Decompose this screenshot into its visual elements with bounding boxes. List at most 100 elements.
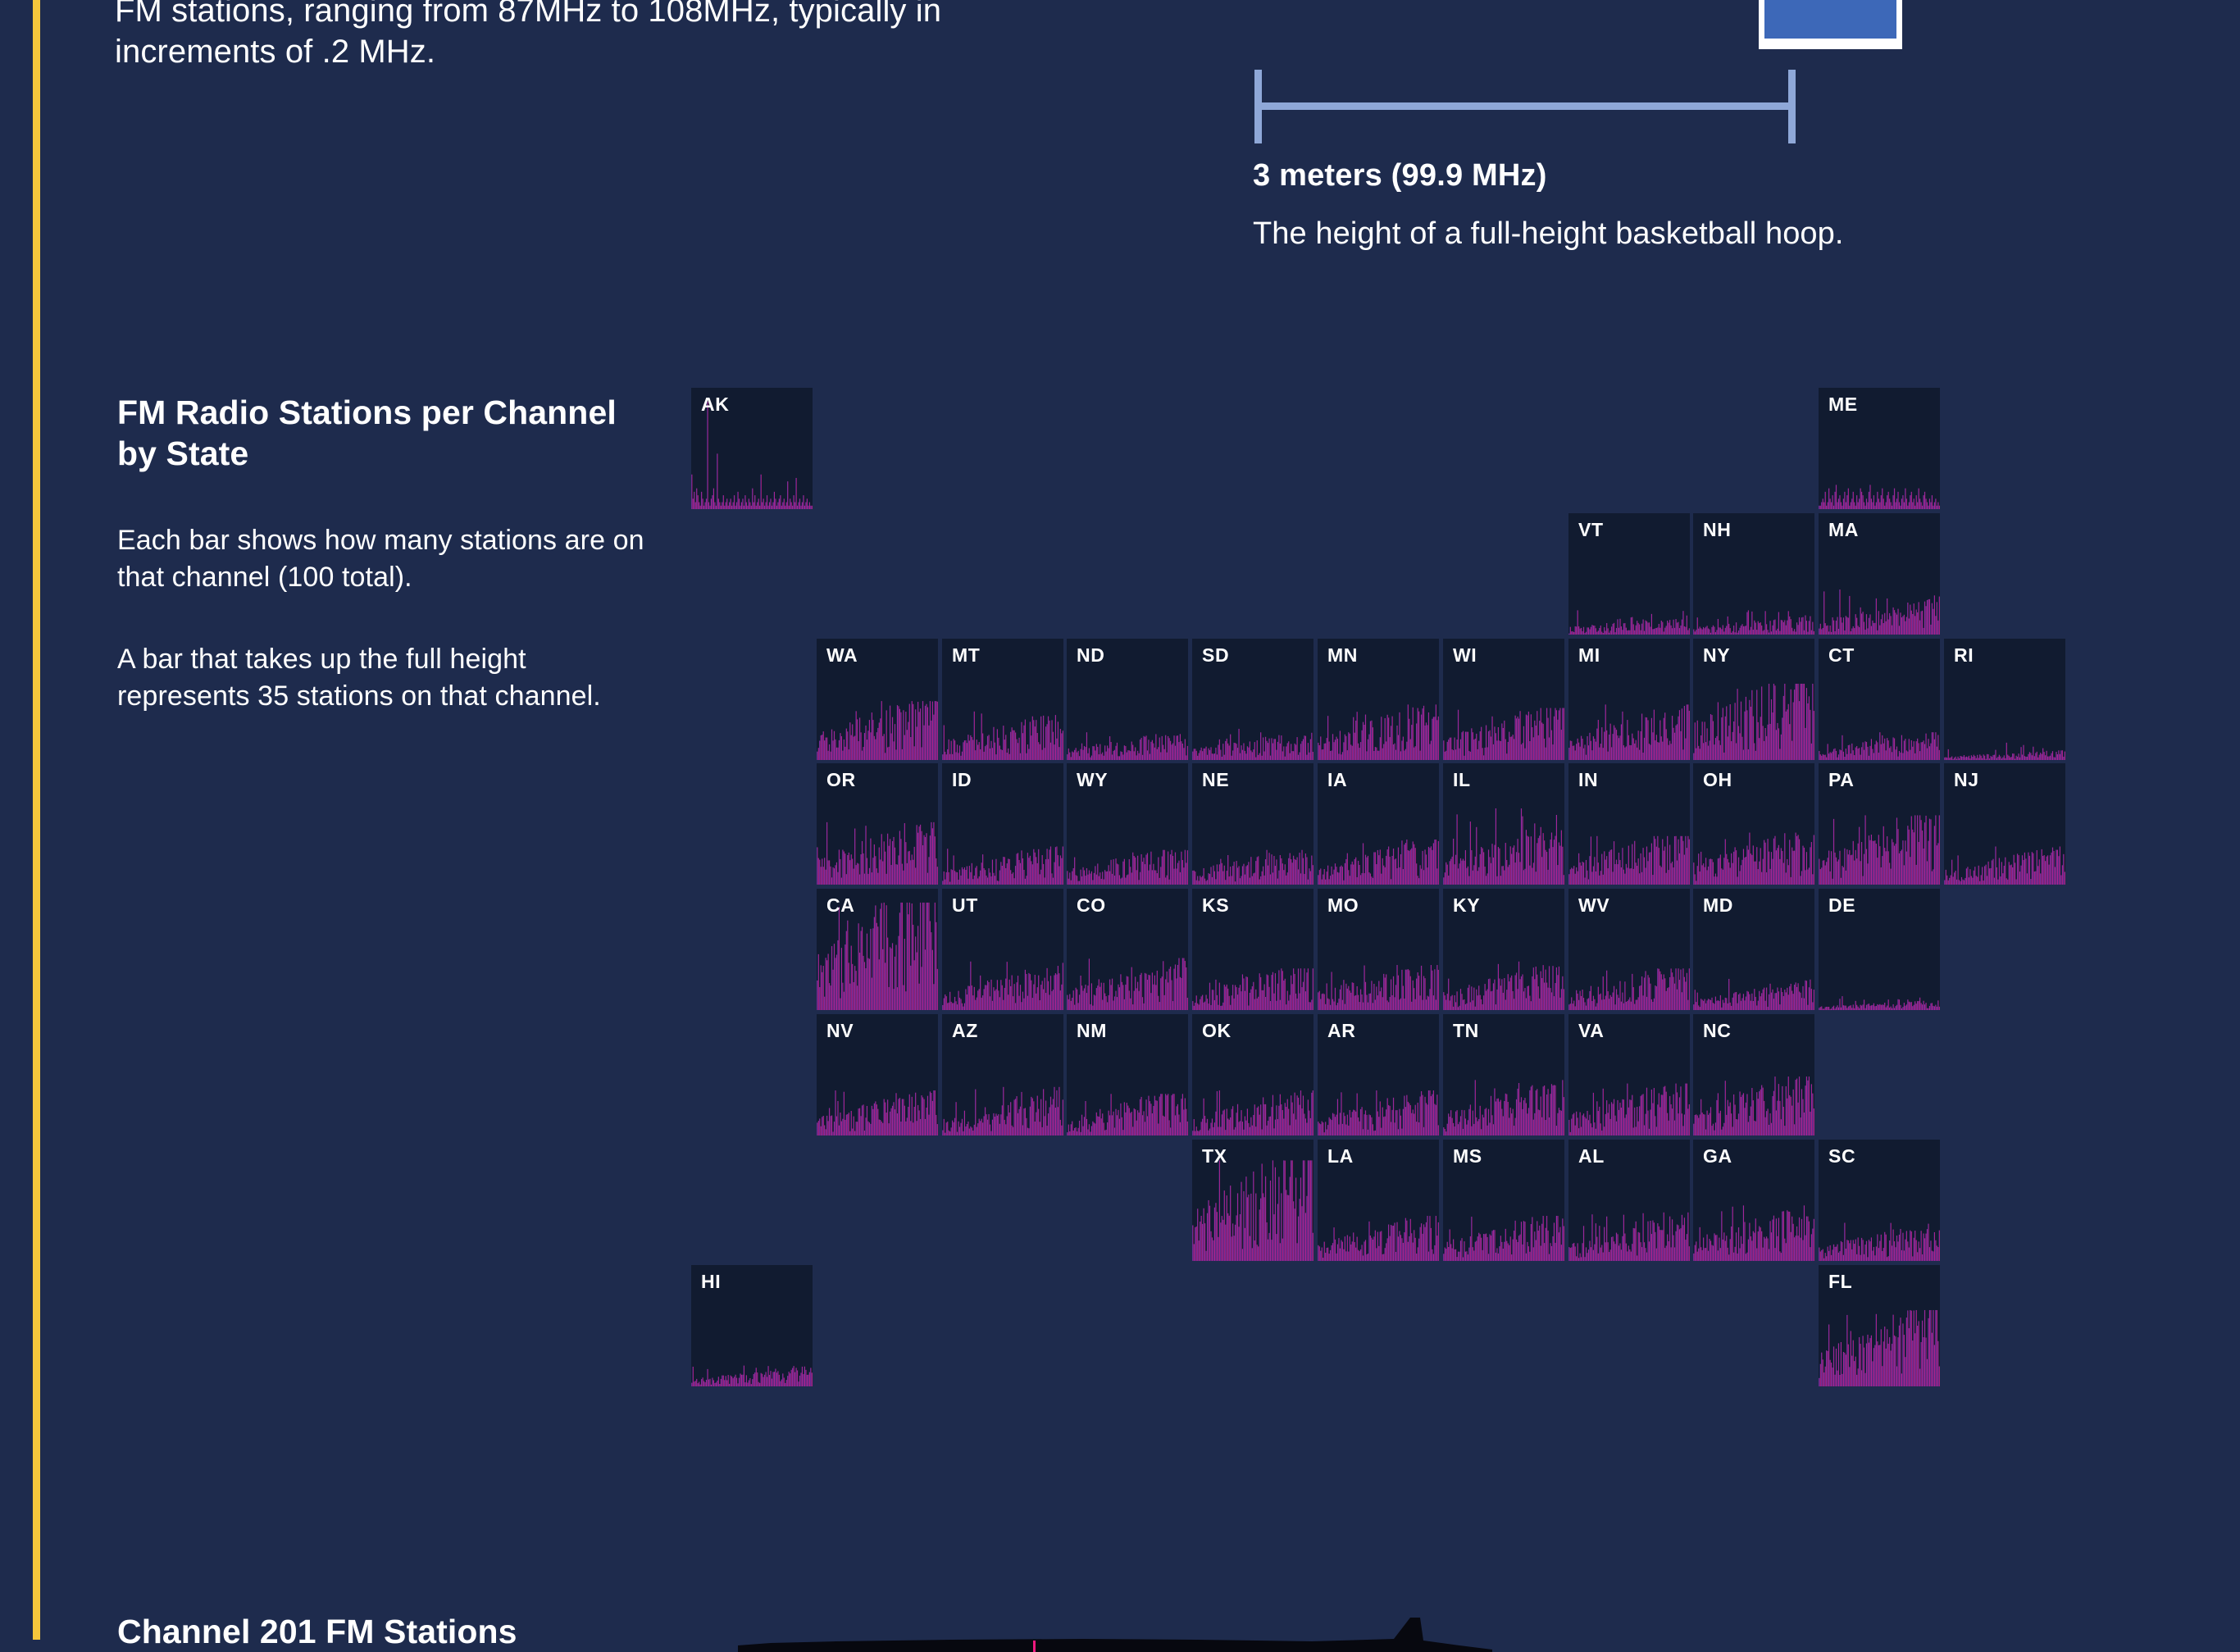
- state-tile-sd[interactable]: SD: [1192, 639, 1313, 760]
- state-tile-ok[interactable]: OK: [1192, 1014, 1313, 1135]
- state-tile-ar[interactable]: AR: [1318, 1014, 1439, 1135]
- state-sparkline: [1192, 889, 1313, 1010]
- state-sparkline: [1192, 763, 1313, 885]
- state-sparkline: [1693, 639, 1814, 760]
- state-sparkline: [1443, 639, 1564, 760]
- state-tile-wi[interactable]: WI: [1443, 639, 1564, 760]
- state-tile-ri[interactable]: RI: [1944, 639, 2065, 760]
- state-tile-ny[interactable]: NY: [1693, 639, 1814, 760]
- state-sparkline: [1819, 889, 1940, 1010]
- state-tile-nh[interactable]: NH: [1693, 513, 1814, 635]
- state-tile-ma[interactable]: MA: [1819, 513, 1940, 635]
- state-tile-ne[interactable]: NE: [1192, 763, 1313, 885]
- state-sparkline: [817, 639, 938, 760]
- state-tile-wy[interactable]: WY: [1067, 763, 1188, 885]
- state-tile-ga[interactable]: GA: [1693, 1140, 1814, 1261]
- state-tile-wv[interactable]: WV: [1568, 889, 1690, 1010]
- state-sparkline: [817, 889, 938, 1010]
- state-sparkline: [1568, 513, 1690, 635]
- state-tile-ut[interactable]: UT: [942, 889, 1063, 1010]
- state-tile-az[interactable]: AZ: [942, 1014, 1063, 1135]
- state-sparkline: [942, 639, 1063, 760]
- state-tile-mi[interactable]: MI: [1568, 639, 1690, 760]
- state-tile-mt[interactable]: MT: [942, 639, 1063, 760]
- state-sparkline: [1067, 889, 1188, 1010]
- state-sparkline: [1944, 763, 2065, 885]
- state-sparkline: [1568, 1014, 1690, 1135]
- state-tile-de[interactable]: DE: [1819, 889, 1940, 1010]
- state-tile-ak[interactable]: AK: [691, 388, 813, 509]
- state-tile-nj[interactable]: NJ: [1944, 763, 2065, 885]
- state-tile-va[interactable]: VA: [1568, 1014, 1690, 1135]
- state-sparkline: [1192, 1140, 1313, 1261]
- state-tile-nv[interactable]: NV: [817, 1014, 938, 1135]
- bottom-section-title: Channel 201 FM Stations: [117, 1613, 517, 1651]
- state-tile-co[interactable]: CO: [1067, 889, 1188, 1010]
- state-sparkline: [1819, 1140, 1940, 1261]
- state-sparkline: [1568, 1140, 1690, 1261]
- state-sparkline: [1443, 1140, 1564, 1261]
- state-sparkline: [1067, 1014, 1188, 1135]
- state-sparkline: [691, 1265, 813, 1386]
- state-tile-mn[interactable]: MN: [1318, 639, 1439, 760]
- state-sparkline: [1693, 889, 1814, 1010]
- state-tile-sc[interactable]: SC: [1819, 1140, 1940, 1261]
- state-tile-nm[interactable]: NM: [1067, 1014, 1188, 1135]
- state-sparkline: [942, 889, 1063, 1010]
- state-tile-pa[interactable]: PA: [1819, 763, 1940, 885]
- state-sparkline: [1568, 639, 1690, 760]
- state-sparkline: [1819, 1265, 1940, 1386]
- state-sparkline: [1693, 1014, 1814, 1135]
- state-sparkline: [1318, 1014, 1439, 1135]
- state-tile-in[interactable]: IN: [1568, 763, 1690, 885]
- state-sparkline: [1318, 763, 1439, 885]
- state-tile-hi[interactable]: HI: [691, 1265, 813, 1386]
- state-tile-tx[interactable]: TX: [1192, 1140, 1313, 1261]
- state-sparkline: [1067, 639, 1188, 760]
- state-tile-ia[interactable]: IA: [1318, 763, 1439, 885]
- state-sparkline: [942, 1014, 1063, 1135]
- state-tile-fl[interactable]: FL: [1819, 1265, 1940, 1386]
- state-sparkline: [1693, 763, 1814, 885]
- state-tile-ky[interactable]: KY: [1443, 889, 1564, 1010]
- state-sparkline: [1819, 513, 1940, 635]
- state-tile-al[interactable]: AL: [1568, 1140, 1690, 1261]
- state-tile-mo[interactable]: MO: [1318, 889, 1439, 1010]
- us-map-silhouette: [738, 1603, 1492, 1652]
- state-tile-ca[interactable]: CA: [817, 889, 938, 1010]
- state-sparkline: [1318, 639, 1439, 760]
- state-tile-nc[interactable]: NC: [1693, 1014, 1814, 1135]
- state-tile-ct[interactable]: CT: [1819, 639, 1940, 760]
- state-sparkline: [1318, 1140, 1439, 1261]
- state-sparkline: [1568, 763, 1690, 885]
- state-tile-or[interactable]: OR: [817, 763, 938, 885]
- state-sparkline: [1693, 513, 1814, 635]
- state-sparkline: [1443, 889, 1564, 1010]
- state-tile-me[interactable]: ME: [1819, 388, 1940, 509]
- state-sparkline: [1192, 639, 1313, 760]
- state-sparkline: [817, 1014, 938, 1135]
- state-tile-tn[interactable]: TN: [1443, 1014, 1564, 1135]
- state-tile-il[interactable]: IL: [1443, 763, 1564, 885]
- state-sparkline: [1443, 1014, 1564, 1135]
- state-sparkline: [1819, 639, 1940, 760]
- state-sparkline: [1819, 388, 1940, 509]
- state-tile-vt[interactable]: VT: [1568, 513, 1690, 635]
- state-tile-nd[interactable]: ND: [1067, 639, 1188, 760]
- state-tile-ms[interactable]: MS: [1443, 1140, 1564, 1261]
- state-sparkline: [1568, 889, 1690, 1010]
- state-sparkline: [1819, 763, 1940, 885]
- state-sparkline: [1318, 889, 1439, 1010]
- state-tile-oh[interactable]: OH: [1693, 763, 1814, 885]
- state-sparkline: [691, 388, 813, 509]
- state-sparkline: [1067, 763, 1188, 885]
- state-sparkline: [1944, 639, 2065, 760]
- state-cartogram-grid: AK ME VTNHMA WAMTNDSDMNWIMINYCTRI ORIDWYNEIA…: [0, 0, 2240, 1640]
- state-tile-ks[interactable]: KS: [1192, 889, 1313, 1010]
- state-sparkline: [1693, 1140, 1814, 1261]
- state-tile-la[interactable]: LA: [1318, 1140, 1439, 1261]
- state-tile-id[interactable]: ID: [942, 763, 1063, 885]
- state-tile-md[interactable]: MD: [1693, 889, 1814, 1010]
- state-tile-wa[interactable]: WA: [817, 639, 938, 760]
- state-sparkline: [817, 763, 938, 885]
